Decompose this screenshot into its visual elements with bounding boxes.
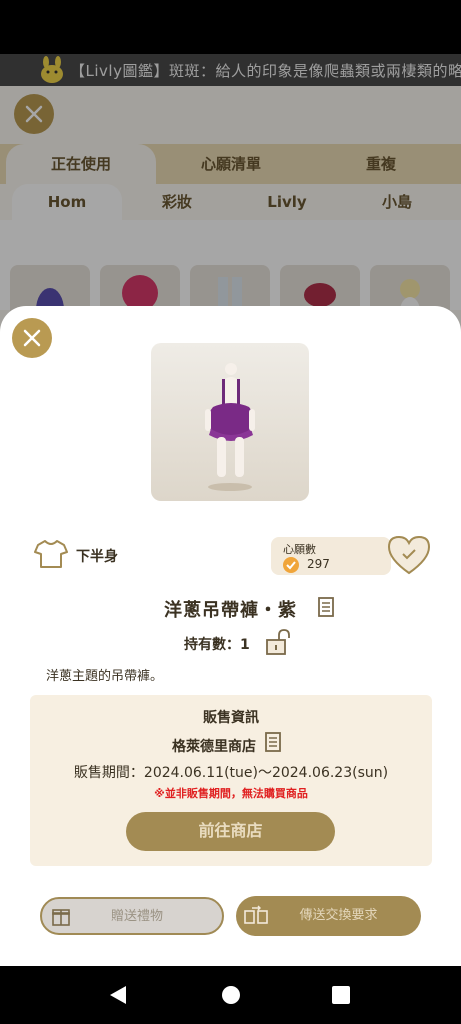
close-icon [23,329,41,347]
recents-icon[interactable] [331,984,351,1006]
sale-info-title: 販售資訊 [203,710,259,726]
document-icon[interactable] [318,597,334,617]
sale-warning: ※並非販售期間，無法購買商品 [154,787,308,800]
item-description: 洋蔥主題的吊帶褲。 [46,669,164,684]
unlock-icon[interactable] [265,628,291,656]
back-icon[interactable] [108,984,128,1006]
home-icon[interactable] [221,984,241,1006]
sale-period: 販售期間：2024.06.11(tue)～2024.06.23(sun) [73,765,389,781]
category-label: 下半身 [76,549,118,565]
send-trade-label: 傳送交換要求 [299,908,378,923]
wishlist-count: 297 [307,557,330,571]
wishlist-title: 心願數 [283,543,316,556]
go-to-shop-button[interactable]: 前往商店 [126,812,335,851]
sale-info-panel: 販售資訊 格萊德里商店 販售期間：2024.06.11(tue)～2024.06… [30,695,432,866]
heart-check-icon[interactable] [386,534,432,576]
heart-badge-icon [283,557,299,573]
send-trade-request-button[interactable]: 傳送交換要求 [236,896,421,936]
owned-count: 持有數：1 [184,637,250,653]
close-button[interactable] [12,318,52,358]
shirt-icon [34,540,68,568]
send-gift-button[interactable]: 贈送禮物 [40,897,224,935]
wishlist-count-panel: 心願數 297 [271,537,391,575]
system-nav-bar [0,966,461,1024]
document-icon[interactable] [265,732,281,752]
send-gift-label: 贈送禮物 [110,909,163,924]
item-name: 洋蔥吊帶褲・紫 [164,600,297,621]
item-image [151,343,309,501]
status-bar [0,0,461,54]
shop-name: 格萊德里商店 [172,739,256,755]
item-detail-modal: 下半身 心願數 297 洋蔥吊帶褲・紫 持有數：1 洋蔥主題的吊帶褲。 販售資訊… [0,306,461,966]
